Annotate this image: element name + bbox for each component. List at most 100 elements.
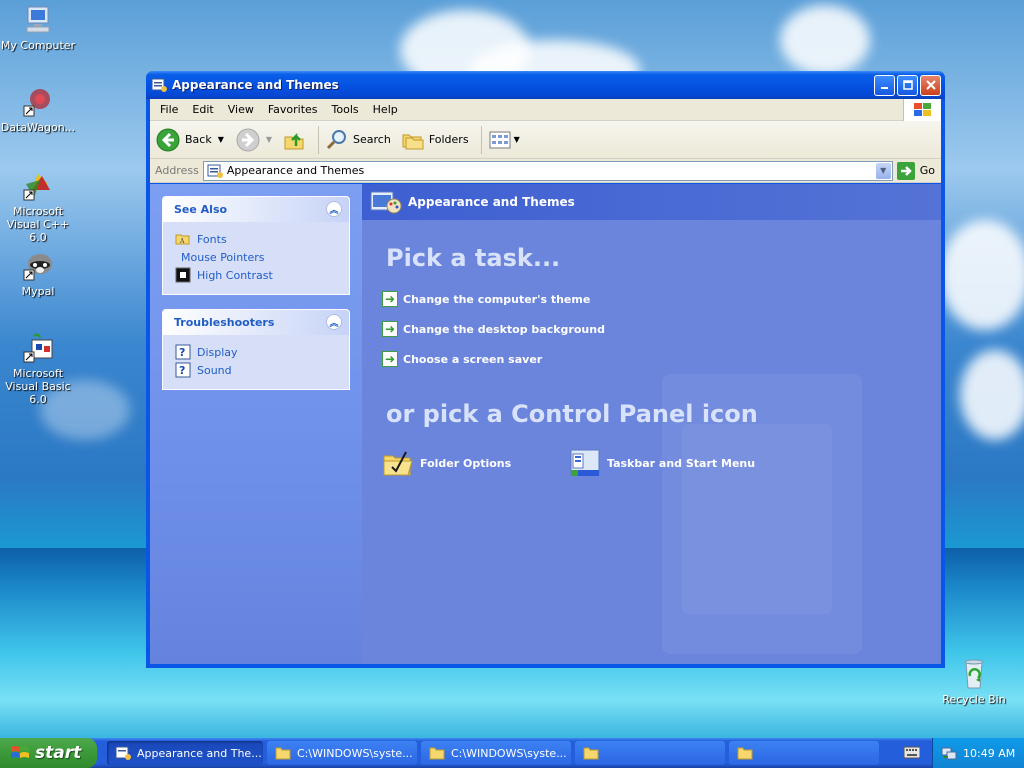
troubleshooter-item-label: Display (197, 345, 238, 359)
network-tray-icon[interactable] (941, 745, 957, 761)
views-icon (489, 131, 511, 148)
desktop-icon-label: My Computer (0, 39, 76, 52)
back-button[interactable]: Back ▼ (156, 128, 224, 152)
task-change-background-link[interactable]: ➜ Change the desktop background (382, 321, 605, 337)
svg-text:A: A (179, 238, 185, 245)
taskbar-item-windows-system-1[interactable]: C:\WINDOWS\syste... (267, 741, 417, 765)
collapse-chevron-icon[interactable]: ︽ (326, 314, 342, 330)
menu-edit[interactable]: Edit (185, 103, 220, 116)
start-button[interactable]: start (0, 738, 97, 768)
desktop-icon-datawagon[interactable]: DataWagon... (0, 86, 78, 134)
toolbar-separator (318, 125, 320, 154)
taskbar-item-folder-1[interactable] (575, 741, 725, 765)
pick-task-heading: Pick a task... (386, 244, 561, 272)
menu-tools[interactable]: Tools (325, 103, 366, 116)
high-contrast-icon (175, 267, 191, 283)
title-bar[interactable]: Appearance and Themes (146, 71, 945, 99)
desktop-icon-recycle-bin[interactable]: Recycle Bin (934, 658, 1014, 706)
folder-options-link[interactable]: Folder Options (382, 448, 511, 478)
forward-button[interactable]: ▼ (236, 128, 272, 152)
window-title: Appearance and Themes (172, 78, 339, 92)
clock[interactable]: 10:49 AM (963, 747, 1015, 760)
see-also-item-label: Fonts (197, 232, 227, 246)
up-folder-button[interactable] (282, 128, 306, 152)
see-also-title: See Also (174, 203, 228, 216)
taskbar-item-folder-2[interactable] (729, 741, 879, 765)
desktop-icon-mypal[interactable]: Mypal (0, 250, 78, 298)
views-button[interactable]: ▼ (488, 129, 520, 151)
folder-icon (429, 747, 445, 760)
desktop-icon-my-computer[interactable]: My Computer (0, 4, 78, 52)
views-dropdown-icon[interactable]: ▼ (514, 135, 520, 144)
help-icon: ? (175, 344, 191, 360)
back-arrow-icon (156, 128, 180, 151)
see-also-high-contrast-link[interactable]: High Contrast (175, 266, 337, 284)
help-icon: ? (175, 362, 191, 378)
menu-bar: File Edit View Favorites Tools Help (150, 99, 941, 121)
see-also-header[interactable]: See Also ︽ (163, 197, 349, 222)
go-button[interactable]: Go (896, 161, 935, 180)
see-also-fonts-link[interactable]: A Fonts (175, 230, 337, 248)
menu-file[interactable]: File (153, 103, 185, 116)
menu-view[interactable]: View (221, 103, 261, 116)
desktop-icon-label: Microsoft Visual Basic 6.0 (5, 367, 71, 406)
folders-button[interactable]: Folders (401, 128, 469, 152)
taskbar-start-menu-link[interactable]: Taskbar and Start Menu (569, 448, 755, 478)
search-label: Search (353, 133, 391, 146)
cp-icon-label: Taskbar and Start Menu (607, 456, 756, 470)
explorer-window: Appearance and Themes File Edit View Fav… (146, 71, 945, 668)
standard-toolbar: Back ▼ ▼ Search Folders ▼ (150, 121, 941, 159)
control-panel-icon (115, 746, 131, 760)
raccoon-icon (22, 250, 54, 282)
troubleshooter-item-label: Sound (197, 363, 232, 377)
desktop-icon-visual-cpp[interactable]: Microsoft Visual C++ 6.0 (0, 170, 78, 244)
desktop-icon-label: Microsoft Visual C++ 6.0 (6, 205, 70, 244)
desktop-icon-label: Mypal (21, 285, 55, 298)
taskbar-item-appearance[interactable]: Appearance and The... (107, 741, 263, 765)
cp-icon-label: Folder Options (420, 456, 512, 470)
desktop-icon-visual-basic[interactable]: Microsoft Visual Basic 6.0 (0, 332, 78, 406)
fonts-folder-icon: A (175, 234, 190, 245)
minimize-icon (880, 87, 888, 89)
go-label: Go (919, 164, 935, 177)
toolbar-separator (480, 125, 482, 154)
taskbar-item-label: C:\WINDOWS\syste... (297, 746, 413, 760)
troubleshooters-header[interactable]: Troubleshooters ︽ (163, 310, 349, 335)
forward-dropdown-icon: ▼ (265, 135, 273, 144)
visual-basic-icon (22, 332, 54, 364)
address-input[interactable]: Appearance and Themes ▼ (202, 160, 893, 181)
keyboard-icon[interactable] (904, 746, 920, 759)
svg-text:?: ? (179, 364, 185, 377)
windows-logo-icon (903, 99, 941, 121)
back-label: Back (185, 133, 212, 146)
see-also-mouse-pointers-link[interactable]: Mouse Pointers (175, 248, 337, 266)
back-dropdown-icon[interactable]: ▼ (218, 135, 224, 144)
troubleshooter-display-link[interactable]: ? Display (175, 343, 337, 361)
taskbar-item-windows-system-2[interactable]: C:\WINDOWS\syste... (421, 741, 571, 765)
category-pane: Appearance and Themes Pick a task... ➜ C… (362, 184, 941, 664)
close-button[interactable] (920, 74, 941, 96)
see-also-panel: See Also ︽ A Fonts Mouse Pointers High C… (162, 196, 350, 295)
taskbar-start-menu-icon (570, 449, 600, 476)
go-arrow-icon (896, 161, 915, 180)
pick-icon-heading: or pick a Control Panel icon (386, 400, 758, 428)
task-change-theme-link[interactable]: ➜ Change the computer's theme (382, 291, 590, 307)
green-arrow-icon: ➜ (382, 321, 398, 337)
up-folder-icon (284, 132, 304, 149)
collapse-chevron-icon[interactable]: ︽ (326, 201, 342, 217)
troubleshooter-sound-link[interactable]: ? Sound (175, 361, 337, 379)
menu-help[interactable]: Help (366, 103, 405, 116)
desktop-icon-label: DataWagon... (0, 121, 76, 134)
maximize-button[interactable] (897, 74, 918, 96)
task-screen-saver-link[interactable]: ➜ Choose a screen saver (382, 351, 542, 367)
search-button[interactable]: Search (325, 128, 391, 152)
minimize-button[interactable] (874, 74, 895, 96)
close-icon (925, 80, 936, 90)
recycle-bin-icon (958, 658, 990, 690)
search-icon (326, 129, 347, 149)
category-title: Appearance and Themes (408, 195, 575, 209)
menu-favorites[interactable]: Favorites (261, 103, 325, 116)
address-value: Appearance and Themes (226, 164, 365, 177)
address-dropdown-button[interactable]: ▼ (875, 162, 891, 179)
control-panel-icon (207, 164, 223, 178)
